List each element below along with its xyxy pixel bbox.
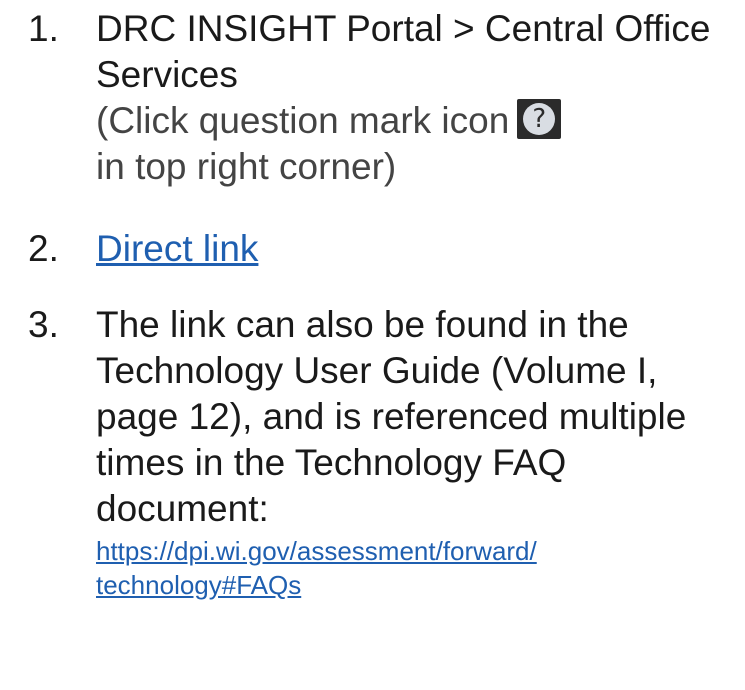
direct-link[interactable]: Direct link <box>96 228 258 269</box>
list-number: 3. <box>28 304 59 345</box>
list-number: 1. <box>28 8 59 49</box>
numbered-list: 1. DRC INSIGHT Portal > Central Office S… <box>28 0 738 602</box>
list-item-direct-link: 2. Direct link <box>28 226 738 272</box>
faq-url-line1: https://dpi.wi.gov/assessment/forward/ <box>96 536 537 566</box>
question-mark-glyph: ? <box>523 103 556 135</box>
hint-text: (Click question mark icon? in top right c… <box>96 98 738 190</box>
list-item-guide: 3. The link can also be found in the Tec… <box>28 302 738 602</box>
faq-url-link[interactable]: https://dpi.wi.gov/assessment/forward/te… <box>96 534 738 602</box>
question-mark-icon: ? <box>517 99 562 139</box>
portal-path-text: DRC INSIGHT Portal > Central Office Serv… <box>96 8 711 95</box>
list-item-portal: 1. DRC INSIGHT Portal > Central Office S… <box>28 0 738 190</box>
guide-text: The link can also be found in the Techno… <box>96 304 687 529</box>
hint-after-text: in top right corner) <box>96 146 397 187</box>
list-number: 2. <box>28 228 59 269</box>
faq-url-line2: technology#FAQs <box>96 570 302 600</box>
hint-before-text: (Click question mark icon <box>96 100 510 141</box>
